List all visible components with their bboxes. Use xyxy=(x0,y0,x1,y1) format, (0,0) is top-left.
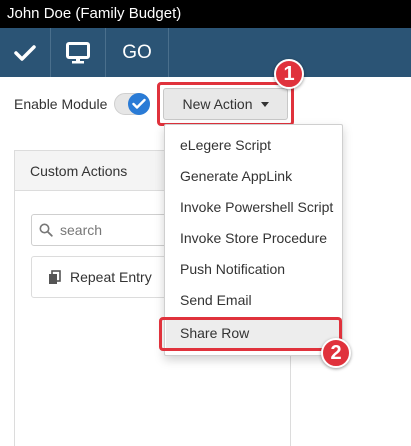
step-badge-1: 1 xyxy=(274,59,304,89)
caret-down-icon xyxy=(260,101,269,107)
menu-item-invoke-powershell-script[interactable]: Invoke Powershell Script xyxy=(166,192,342,222)
toolbar: GO xyxy=(0,28,411,77)
copy-icon xyxy=(49,269,61,284)
monitor-icon xyxy=(66,41,90,63)
enable-module-toggle[interactable] xyxy=(114,93,150,115)
share-row-highlight xyxy=(159,317,342,351)
new-action-button[interactable]: New Action xyxy=(163,88,288,120)
menu-item-elegere-script[interactable]: eLegere Script xyxy=(166,130,342,160)
search-box[interactable] xyxy=(31,214,181,246)
menu-item-generate-applink[interactable]: Generate AppLink xyxy=(166,161,342,191)
menu-item-invoke-store-procedure[interactable]: Invoke Store Procedure xyxy=(166,223,342,253)
window-title: John Doe (Family Budget) xyxy=(0,0,411,28)
step-badge-2: 2 xyxy=(321,338,351,368)
go-button[interactable]: GO xyxy=(106,28,169,77)
search-icon xyxy=(39,223,53,237)
search-input[interactable] xyxy=(60,222,170,238)
new-action-label: New Action xyxy=(182,96,253,112)
action-item-label: Repeat Entry xyxy=(70,269,152,285)
toggle-check-icon xyxy=(128,93,150,115)
checkmark-icon xyxy=(14,44,36,61)
preview-button[interactable] xyxy=(51,28,106,77)
enable-module-label: Enable Module xyxy=(14,96,108,112)
menu-item-push-notification[interactable]: Push Notification xyxy=(166,254,342,284)
action-item-repeat-entry[interactable]: Repeat Entry xyxy=(31,256,181,298)
menu-item-send-email[interactable]: Send Email xyxy=(166,285,342,315)
confirm-button[interactable] xyxy=(0,28,51,77)
